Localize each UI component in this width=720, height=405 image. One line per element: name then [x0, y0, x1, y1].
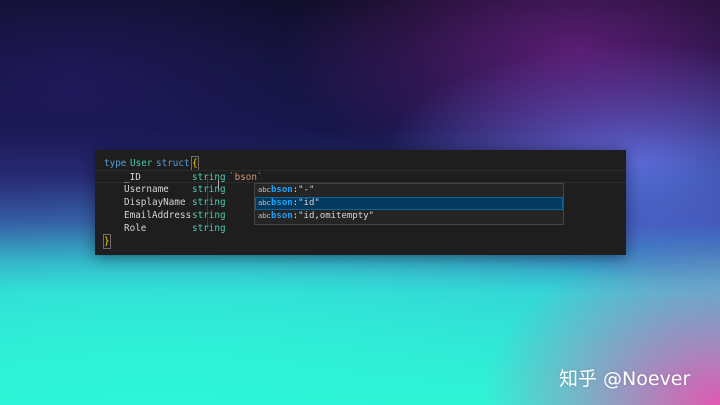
field-type: string	[192, 197, 226, 208]
suggestion-item-selected[interactable]: abc bson:"id"	[255, 197, 563, 210]
struct-name: User	[130, 158, 153, 169]
code-line-7[interactable]: }	[95, 234, 626, 249]
field-type: string	[192, 223, 226, 234]
keyword-struct: struct	[156, 158, 190, 169]
text-kind-icon: abc	[258, 212, 271, 220]
suggestion-match: bson	[271, 185, 293, 195]
suggestion-label: :"-"	[292, 185, 315, 195]
text-kind-icon: abc	[258, 186, 271, 194]
watermark: 知乎 @Noever	[559, 368, 691, 390]
suggestion-match: bson	[271, 198, 293, 208]
keyword-type: type	[104, 158, 127, 169]
field-name: Role	[124, 223, 147, 234]
text-kind-icon: abc	[258, 199, 271, 207]
suggestion-label: :"id,omitempty"	[292, 211, 374, 221]
text-cursor	[218, 180, 219, 190]
field-name: EmailAddress	[124, 210, 192, 221]
suggestion-match: bson	[271, 211, 293, 221]
suggestion-item[interactable]: abc bson:"id,omitempty"	[255, 210, 563, 223]
code-line-2[interactable]: _ID string `bson`	[95, 170, 626, 183]
field-name: DisplayName	[124, 197, 186, 208]
suggestion-label: :"id"	[292, 198, 320, 208]
code-line-1[interactable]: type User struct {	[95, 156, 626, 171]
field-type: string	[192, 210, 226, 221]
open-brace: {	[191, 156, 199, 171]
autocomplete-suggest-widget[interactable]: abc bson:"-" abc bson:"id" abc bson:"id,…	[254, 183, 564, 225]
suggestion-item[interactable]: abc bson:"-"	[255, 184, 563, 197]
close-brace: }	[103, 234, 111, 249]
field-type: string	[192, 184, 226, 195]
field-name: Username	[124, 184, 169, 195]
